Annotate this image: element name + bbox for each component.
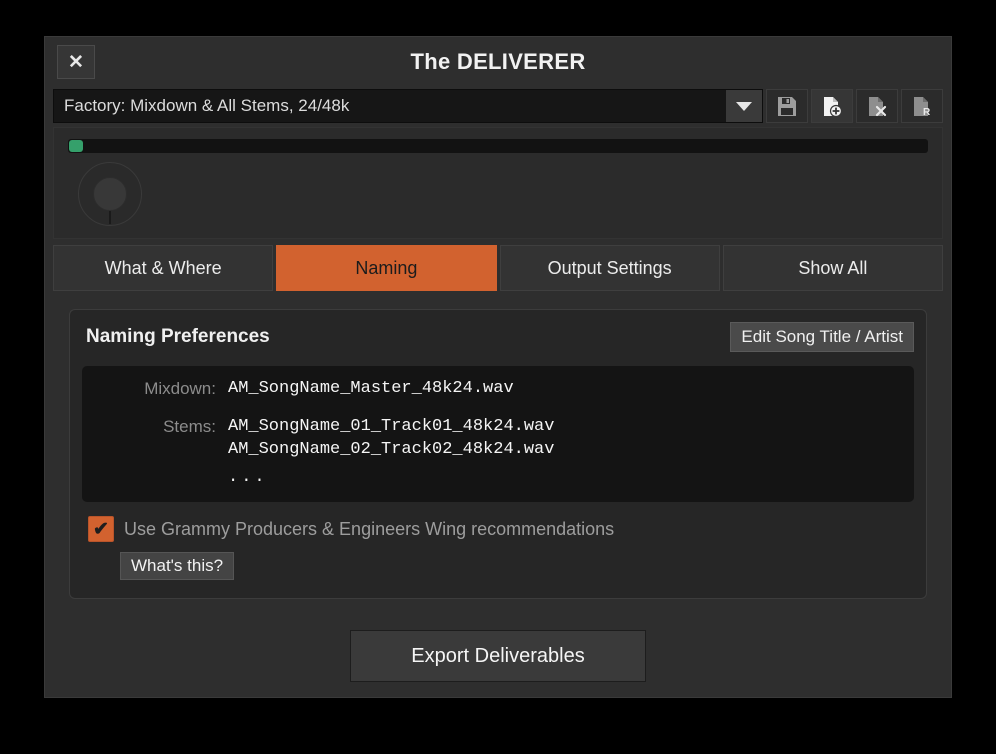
- tab-label: What & Where: [104, 257, 222, 278]
- grammy-recommendations-row: ✔ Use Grammy Producers & Engineers Wing …: [88, 516, 614, 542]
- tab-label: Show All: [798, 257, 868, 278]
- whats-this-button[interactable]: What's this?: [120, 552, 235, 580]
- title-bar: ✕ The DELIVERER: [45, 37, 951, 89]
- preset-dropdown-button[interactable]: [726, 90, 762, 122]
- grammy-recommendations-label: Use Grammy Producers & Engineers Wing re…: [124, 518, 615, 539]
- panel-header: Naming Preferences Edit Song Title / Art…: [70, 310, 926, 366]
- tab-what-and-where[interactable]: What & Where: [53, 245, 274, 291]
- file-plus-icon: [824, 96, 842, 117]
- mixdown-label: Mixdown:: [144, 379, 216, 398]
- floppy-disk-icon: [778, 96, 796, 116]
- stems-filenames: AM_SongName_01_Track01_48k24.wav AM_Song…: [216, 416, 554, 489]
- plugin-window: ✕ The DELIVERER Factory: Mixdown & All S…: [44, 36, 952, 698]
- stems-label: Stems:: [163, 417, 216, 437]
- whats-this-label: What's this?: [131, 556, 224, 575]
- mixdown-filename: AM_SongName_Master_48k24.wav: [228, 379, 514, 398]
- progress-bar[interactable]: [68, 139, 928, 153]
- file-rename-icon: R: [914, 96, 931, 117]
- tab-naming[interactable]: Naming: [276, 245, 497, 291]
- grammy-recommendations-checkbox[interactable]: ✔: [88, 516, 114, 542]
- panel-title: Naming Preferences: [86, 326, 270, 347]
- svg-text:R: R: [923, 107, 931, 117]
- preset-name-label: Factory: Mixdown & All Stems, 24/48k: [64, 96, 350, 115]
- preview-row-mixdown: Mixdown: AM_SongName_Master_48k24.wav: [82, 378, 914, 400]
- edit-song-title-artist-button[interactable]: Edit Song Title / Artist: [730, 322, 914, 352]
- export-button-label: Export Deliverables: [411, 644, 585, 667]
- preset-selector[interactable]: Factory: Mixdown & All Stems, 24/48k: [53, 89, 763, 123]
- file-x-icon: [869, 96, 887, 116]
- app-title: The DELIVERER: [410, 49, 586, 74]
- check-icon: ✔: [93, 518, 109, 540]
- tab-label: Naming: [355, 257, 418, 278]
- delete-preset-button[interactable]: [856, 89, 898, 123]
- save-preset-button[interactable]: [766, 89, 808, 123]
- preview-row-stems: Stems: AM_SongName_01_Track01_48k24.wav …: [82, 416, 914, 489]
- stem-filename: AM_SongName_02_Track02_48k24.wav: [228, 439, 555, 459]
- rename-preset-button[interactable]: R: [901, 89, 943, 123]
- volume-knob[interactable]: [78, 162, 142, 226]
- progress-fill: [69, 140, 83, 152]
- edit-song-button-label: Edit Song Title / Artist: [741, 327, 903, 346]
- filename-preview: Mixdown: AM_SongName_Master_48k24.wav St…: [82, 366, 914, 502]
- chevron-down-icon: [736, 101, 752, 111]
- new-preset-button[interactable]: [811, 89, 853, 123]
- knob-cap: [93, 177, 127, 211]
- tab-label: Output Settings: [547, 257, 672, 278]
- naming-preferences-panel: Naming Preferences Edit Song Title / Art…: [69, 309, 927, 599]
- export-deliverables-button[interactable]: Export Deliverables: [350, 630, 646, 682]
- preset-bar: Factory: Mixdown & All Stems, 24/48k R: [53, 89, 943, 123]
- tab-bar: What & Where Naming Output Settings Show…: [53, 245, 943, 291]
- stems-more-indicator: ...: [228, 468, 268, 488]
- tab-show-all[interactable]: Show All: [722, 245, 943, 291]
- tab-output-settings[interactable]: Output Settings: [499, 245, 720, 291]
- transport-strip: [53, 127, 943, 239]
- stem-filename: AM_SongName_01_Track01_48k24.wav: [228, 417, 555, 437]
